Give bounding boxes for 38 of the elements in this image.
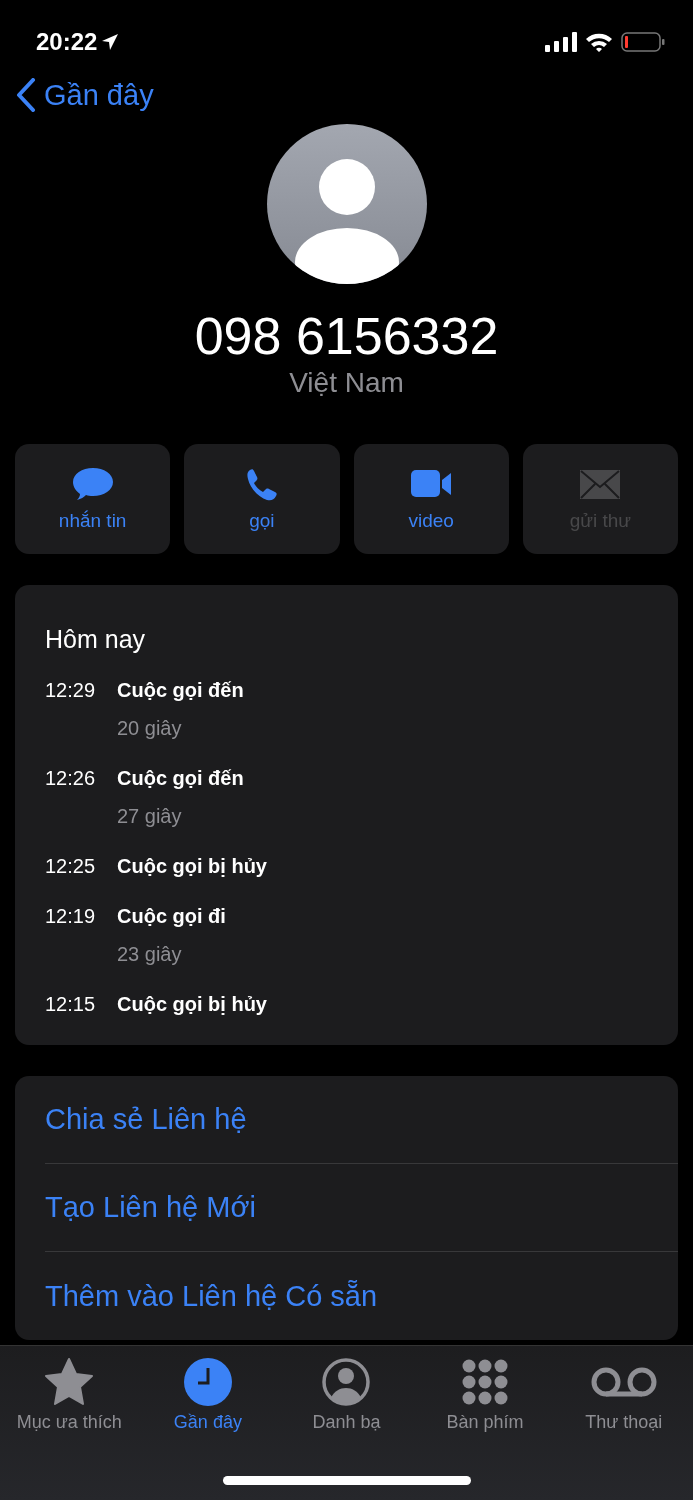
history-date: Hôm nay (45, 624, 147, 655)
status-time: 20:22 (36, 28, 98, 56)
tab[interactable]: Bàn phím (415, 1356, 555, 1433)
call-time: 12:19 (45, 904, 97, 929)
call-type: Cuộc gọi bị hủy (117, 854, 268, 879)
tab[interactable]: Gần đây (138, 1356, 278, 1433)
tab[interactable]: Thư thoại (554, 1356, 693, 1433)
back-button[interactable]: Gần đây (16, 78, 154, 112)
call-time: 12:25 (45, 854, 97, 879)
wifi-icon (585, 32, 613, 52)
signal-icon (545, 32, 577, 52)
option-link[interactable]: Thêm vào Liên hệ Có sẵn (45, 1252, 678, 1340)
tab[interactable]: Danh bạ (277, 1356, 416, 1433)
option-link[interactable]: Chia sẻ Liên hệ (45, 1076, 678, 1164)
call-type: Cuộc gọi bị hủy (117, 992, 268, 1017)
star-icon (43, 1356, 96, 1408)
call-duration: 27 giây (117, 804, 183, 829)
option-link[interactable]: Tạo Liên hệ Mới (45, 1164, 678, 1252)
call-type: Cuộc gọi đi (117, 904, 227, 929)
video-button[interactable]: video (353, 444, 509, 554)
battery-icon (621, 32, 665, 52)
chevron-left-icon (16, 78, 36, 112)
speech-bubble-icon (70, 466, 115, 502)
call-time: 12:15 (45, 992, 97, 1017)
call-type: Cuộc gọi đến (117, 766, 245, 791)
call-button[interactable]: gọi (184, 444, 340, 554)
clock-icon (181, 1356, 234, 1408)
call-time: 12:26 (45, 766, 97, 791)
message-button[interactable]: nhắn tin (15, 444, 171, 554)
person-circle-icon (320, 1356, 373, 1408)
call-duration: 23 giây (117, 942, 183, 967)
country-label: Việt Nam (289, 366, 404, 400)
call-time: 12:29 (45, 678, 97, 703)
call-duration: 20 giây (117, 716, 183, 741)
phone-number: 098 6156332 (194, 306, 499, 366)
location-arrow-icon (101, 33, 120, 51)
call-type: Cuộc gọi đến (117, 678, 245, 703)
tab[interactable]: Mục ưa thích (0, 1356, 139, 1433)
